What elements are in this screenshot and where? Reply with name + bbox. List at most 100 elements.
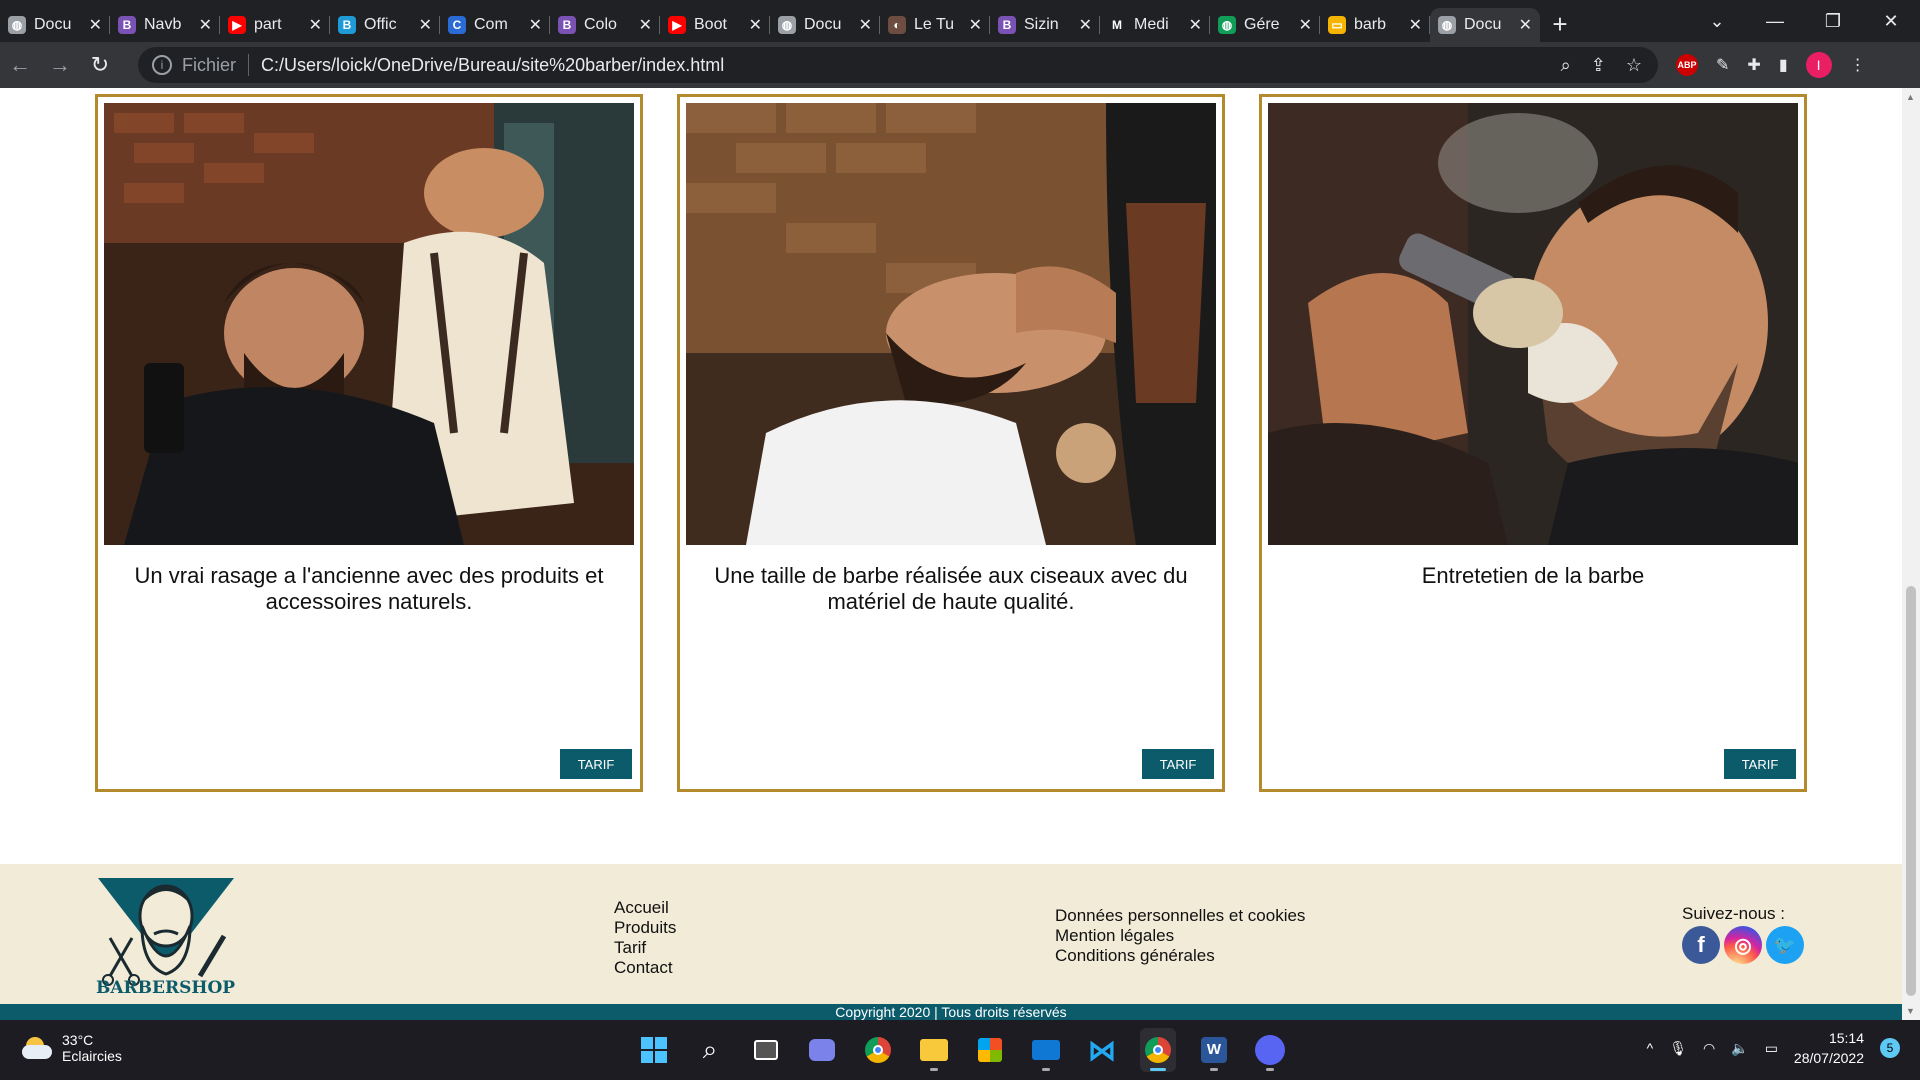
reload-button[interactable]: ↻ <box>80 52 120 78</box>
file-explorer-icon[interactable] <box>916 1028 952 1072</box>
tab-title: Com <box>474 16 508 33</box>
windows-taskbar: 33°C Eclaircies ⌕ ⋈ W ^ 🎙 ◠ 🔈 ▭ 15:14 28… <box>0 1020 1920 1080</box>
close-tab-icon[interactable]: ✕ <box>1079 15 1092 35</box>
start-button[interactable] <box>636 1028 672 1072</box>
close-tab-icon[interactable]: ✕ <box>1189 15 1202 35</box>
menu-kebab-icon[interactable]: ⋮ <box>1850 55 1866 75</box>
footer-legal: Données personnelles et cookies Mention … <box>1055 906 1305 966</box>
close-tab-icon[interactable]: ✕ <box>1409 15 1422 35</box>
word-icon[interactable]: W <box>1196 1028 1232 1072</box>
pen-extension-icon[interactable]: ✎ <box>1716 55 1729 75</box>
close-tab-icon[interactable]: ✕ <box>639 15 652 35</box>
adblock-icon[interactable]: ABP <box>1676 54 1698 76</box>
c-icon: C <box>448 16 466 34</box>
browser-toolbar: ← → ↻ i Fichier C:/Users/loick/OneDrive/… <box>0 42 1920 88</box>
wifi-icon[interactable]: ◠ <box>1703 1040 1715 1057</box>
battery-icon[interactable]: ▭ <box>1765 1040 1778 1057</box>
weather-widget[interactable]: 33°C Eclaircies <box>22 1032 122 1064</box>
footer-link-tarif[interactable]: Tarif <box>614 938 676 958</box>
footer-link-contact[interactable]: Contact <box>614 958 676 978</box>
footer-link-accueil[interactable]: Accueil <box>614 898 676 918</box>
facebook-icon[interactable]: f <box>1682 926 1720 964</box>
profile-avatar[interactable]: I <box>1805 52 1832 78</box>
forward-button[interactable]: → <box>40 52 80 78</box>
volume-icon[interactable]: 🔈 <box>1731 1040 1748 1057</box>
share-icon[interactable]: ⇪ <box>1591 55 1606 76</box>
address-divider <box>248 54 250 76</box>
mail-icon[interactable] <box>1028 1028 1064 1072</box>
scroll-down-icon[interactable]: ▼ <box>1906 1006 1915 1016</box>
store-icon[interactable] <box>972 1028 1008 1072</box>
close-tab-icon[interactable]: ✕ <box>969 15 982 35</box>
twitter-icon[interactable]: 🐦 <box>1766 926 1804 964</box>
bookmark-star-icon[interactable]: ☆ <box>1626 55 1642 76</box>
browser-tab[interactable]: ◍ Docu ✕ <box>0 8 110 42</box>
tab-list: ◍ Docu ✕ B Navb ✕ ▶ part ✕ B Offic ✕ C Com ✕ B Colo ✕ ▶ Boo… <box>0 0 1540 42</box>
footer-link-legal-notice[interactable]: Mention légales <box>1055 926 1305 946</box>
tarif-button[interactable]: TARIF <box>1142 749 1214 779</box>
close-window-button[interactable]: ✕ <box>1862 11 1920 32</box>
browser-tab[interactable]: ◍ Docu ✕ <box>1430 8 1540 42</box>
search-icon[interactable]: ⌕ <box>692 1028 728 1072</box>
tarif-button[interactable]: TARIF <box>560 749 632 779</box>
close-tab-icon[interactable]: ✕ <box>749 15 762 35</box>
new-tab-button[interactable]: + <box>1540 9 1580 40</box>
chrome-icon[interactable] <box>860 1028 896 1072</box>
close-tab-icon[interactable]: ✕ <box>419 15 432 35</box>
task-view-icon[interactable] <box>748 1028 784 1072</box>
footer-link-produits[interactable]: Produits <box>614 918 676 938</box>
close-tab-icon[interactable]: ✕ <box>199 15 212 35</box>
browser-tab[interactable]: ▶ part ✕ <box>220 8 330 42</box>
clock[interactable]: 15:14 28/07/2022 <box>1794 1028 1864 1068</box>
back-button[interactable]: ← <box>0 52 40 78</box>
close-tab-icon[interactable]: ✕ <box>89 15 102 35</box>
tab-search-icon[interactable]: ⌄ <box>1688 11 1746 32</box>
browser-tab[interactable]: ◍ Gére ✕ <box>1210 8 1320 42</box>
browser-tab[interactable]: B Navb ✕ <box>110 8 220 42</box>
browser-tab[interactable]: B Offic ✕ <box>330 8 440 42</box>
microphone-icon[interactable]: 🎙 <box>1669 1040 1687 1057</box>
service-card: Entretetien de la barbe TARIF <box>1259 94 1807 792</box>
tab-title: Offic <box>364 16 397 33</box>
browser-tab[interactable]: B Sizin ✕ <box>990 8 1100 42</box>
browser-tab[interactable]: ▶ Boot ✕ <box>660 8 770 42</box>
tray-overflow-icon[interactable]: ^ <box>1647 1040 1654 1056</box>
tab-title: Docu <box>1464 16 1502 33</box>
card-caption: Une taille de barbe réalisée aux ciseaux… <box>714 563 1188 614</box>
notification-badge[interactable]: 5 <box>1880 1038 1900 1058</box>
teams-chat-icon[interactable] <box>804 1028 840 1072</box>
browser-tab[interactable]: ▭ barb ✕ <box>1320 8 1430 42</box>
scroll-thumb[interactable] <box>1906 586 1916 996</box>
minimize-button[interactable]: — <box>1746 11 1804 32</box>
instagram-icon[interactable]: ◎ <box>1724 926 1762 964</box>
address-url[interactable]: C:/Users/loick/OneDrive/Bureau/site%20ba… <box>261 55 724 76</box>
restore-button[interactable]: ❐ <box>1804 11 1862 32</box>
discord-icon[interactable] <box>1252 1028 1288 1072</box>
chrome-active-icon[interactable] <box>1140 1028 1176 1072</box>
barbershop-logo[interactable]: BARBERSHOP <box>96 876 236 1000</box>
browser-tab[interactable]: ◐ Le Tu ✕ <box>880 8 990 42</box>
close-tab-icon[interactable]: ✕ <box>859 15 872 35</box>
browser-tab[interactable]: C Com ✕ <box>440 8 550 42</box>
browser-tab[interactable]: B Colo ✕ <box>550 8 660 42</box>
browser-tab[interactable]: M Medi ✕ <box>1100 8 1210 42</box>
page-scrollbar[interactable]: ▲ ▼ <box>1902 88 1920 1020</box>
extensions-puzzle-icon[interactable]: ✚ <box>1747 55 1760 75</box>
side-panel-icon[interactable]: ▮ <box>1779 55 1788 75</box>
avatar-icon: ◐ <box>888 16 906 34</box>
close-tab-icon[interactable]: ✕ <box>529 15 542 35</box>
clock-time: 15:14 <box>1828 1030 1864 1046</box>
footer-link-terms[interactable]: Conditions générales <box>1055 946 1305 966</box>
close-tab-icon[interactable]: ✕ <box>309 15 322 35</box>
social-label: Suivez-nous : <box>1682 904 1785 923</box>
tarif-button[interactable]: TARIF <box>1724 749 1796 779</box>
site-info-icon[interactable]: i <box>152 55 172 75</box>
footer-link-privacy[interactable]: Données personnelles et cookies <box>1055 906 1305 926</box>
vscode-icon[interactable]: ⋈ <box>1084 1028 1120 1072</box>
zoom-icon[interactable]: ⌕ <box>1561 55 1571 76</box>
scroll-up-icon[interactable]: ▲ <box>1906 92 1915 102</box>
close-tab-icon[interactable]: ✕ <box>1519 15 1532 35</box>
address-bar[interactable]: i Fichier C:/Users/loick/OneDrive/Bureau… <box>138 47 1658 83</box>
close-tab-icon[interactable]: ✕ <box>1299 15 1312 35</box>
browser-tab[interactable]: ◍ Docu ✕ <box>770 8 880 42</box>
